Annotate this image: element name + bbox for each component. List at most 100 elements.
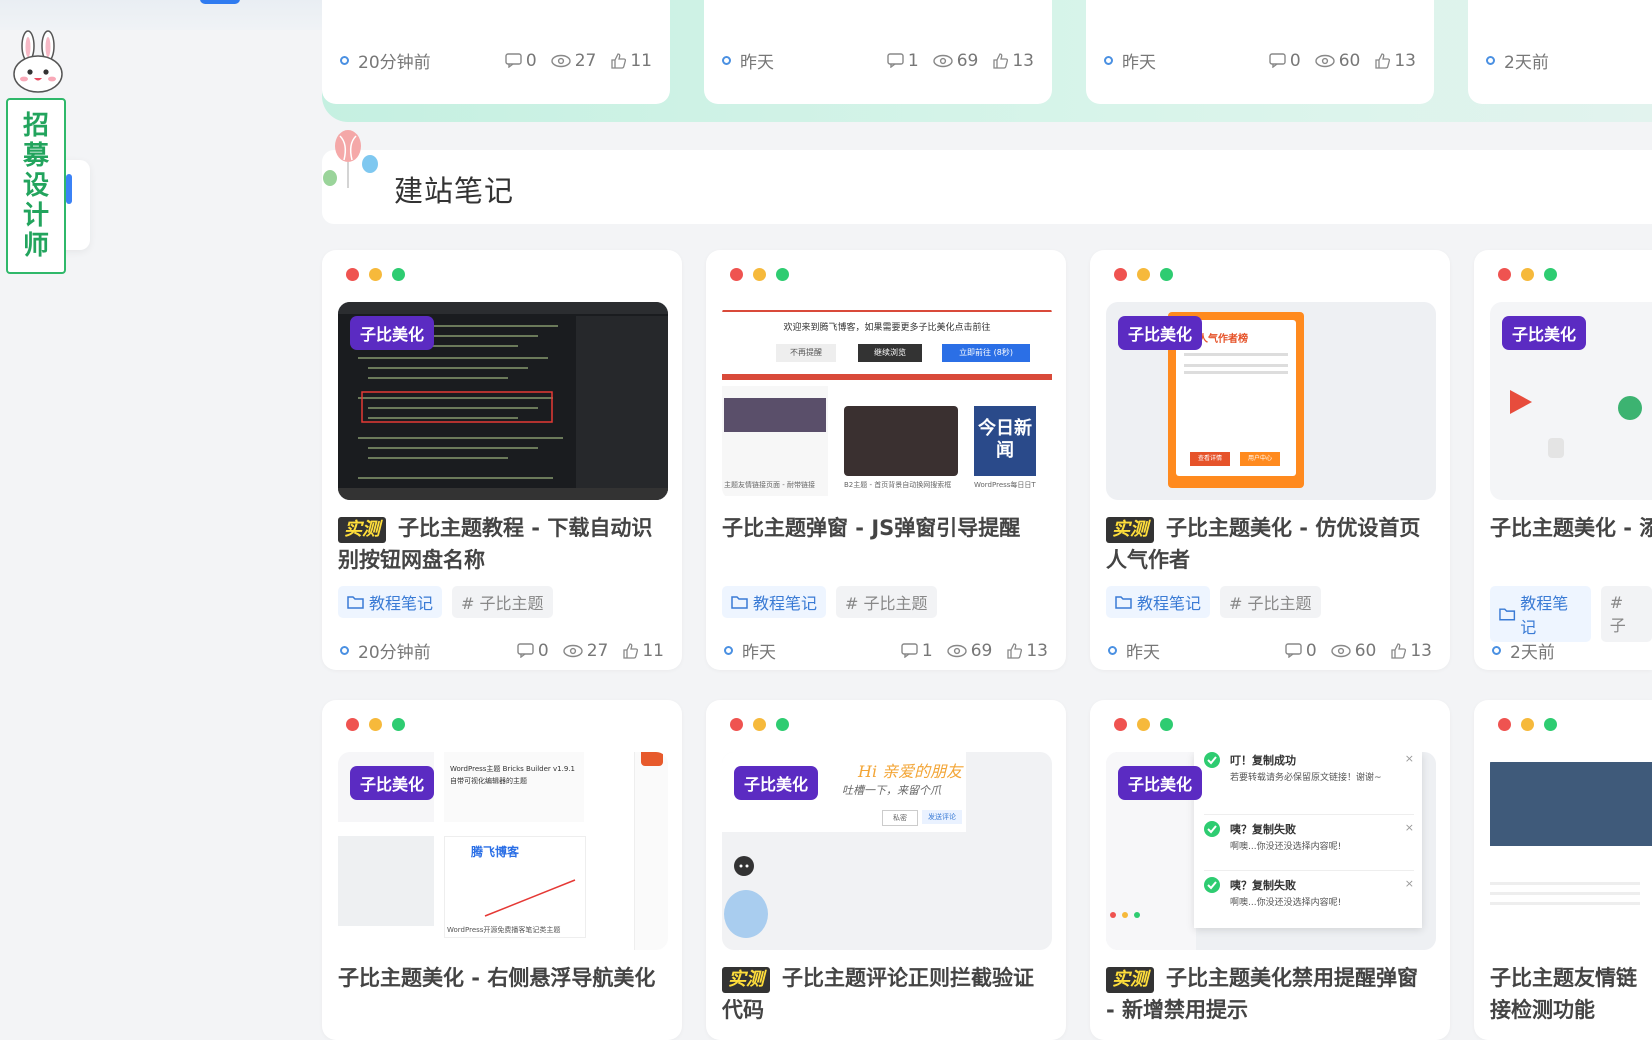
success-icon [1204,821,1220,837]
like-icon [1007,642,1023,659]
balloons-icon [323,130,378,188]
post-thumbnail[interactable] [1490,752,1652,950]
time-icon [722,56,731,65]
time-icon [340,56,349,65]
top-card-1[interactable]: 20分钟前 0 27 11 [322,0,670,104]
view-count: 69 [956,50,979,71]
post-card[interactable]: 欢迎来到腾飞博客，如果需要更多子比美化点击前往 不再提醒 继续浏览 立即前往 (… [706,250,1066,670]
success-icon [1204,877,1220,893]
recruit-char: 师 [22,231,49,261]
popup-dismiss-button[interactable]: 不再提醒 [776,344,836,362]
tag-label: 教程笔记 [1137,594,1202,613]
post-card[interactable]: 叮！复制成功 若要转载请务必保留原文链接！谢谢~ × 咦？复制失败 啊噢...你… [1090,700,1450,1040]
post-time: 昨天 [742,643,776,663]
like-count: 13 [1026,640,1048,661]
post-card[interactable]: WordPress主题 Bricks Builder v1.9.1 自带可视化编… [322,700,682,1040]
tag-category[interactable]: 教程笔记 [338,586,443,618]
tag-topic[interactable]: # 子比主题 [836,586,937,618]
post-title[interactable]: 实测 子比主题美化禁用提醒弹窗 - 新增禁用提示 [1106,962,1432,1026]
popular-author-heading: 人气作者榜 [1198,334,1248,345]
post-time: 2天前 [1510,643,1555,663]
window-dots [346,268,405,281]
view-count: 69 [970,640,993,661]
time-icon [1492,646,1501,655]
tag-topic[interactable]: # 子 [1600,586,1652,642]
top-card-4[interactable]: 2天前 [1468,0,1652,104]
success-icon [1204,752,1220,768]
time-icon [1486,56,1495,65]
bunny-mascot-icon[interactable] [6,30,70,94]
popup-notice: 欢迎来到腾飞博客，如果需要更多子比美化点击前往 [783,323,991,333]
popup-go-button[interactable]: 立即前往 (8秒) [942,344,1030,362]
post-title[interactable]: 子比主题美化 - 右侧悬浮导航美化 [338,962,664,994]
post-thumbnail[interactable]: 欢迎来到腾飞博客，如果需要更多子比美化点击前往 不再提醒 继续浏览 立即前往 (… [722,302,1052,500]
comment-count: 1 [907,50,919,71]
post-title[interactable]: 实测 子比主题美化 - 仿优设首页人气作者 [1106,512,1432,576]
eye-icon [551,54,571,67]
category-badge: 子比美化 [1118,766,1203,800]
close-icon[interactable]: × [1405,821,1414,834]
category-badge: 子比美化 [350,766,435,800]
submit-comment-button[interactable]: 发送评论 [922,810,962,824]
post-thumbnail[interactable]: 叮！复制成功 若要转载请务必保留原文链接！谢谢~ × 咦？复制失败 啊噢...你… [1106,752,1436,950]
like-count: 13 [1394,50,1416,71]
recruit-char: 设 [22,171,49,201]
tag-topic[interactable]: # 子比主题 [452,586,553,618]
arrow-icon [484,879,576,917]
eye-icon [1331,644,1351,657]
post-title[interactable]: 实测 子比主题评论正则拦截验证代码 [722,962,1048,1026]
window-dots [730,718,789,731]
post-time: 昨天 [1122,53,1156,73]
tag-category[interactable]: 教程笔记 [1106,586,1211,618]
toast-body: 啊噢...你没还没选择内容呢! [1230,842,1342,852]
like-icon [1391,642,1407,659]
post-thumbnail[interactable]: WordPress主题 Bricks Builder v1.9.1 自带可视化编… [338,752,668,950]
post-card[interactable]: 子比主题友情链接检测功能 [1474,700,1652,1040]
top-card-3[interactable]: 昨天 0 60 13 [1086,0,1434,104]
post-card[interactable]: 子比美化 实测 子比主题教程 - 下载自动识别按钮网盘名称 教程笔记 # 子比主题… [322,250,682,670]
close-icon[interactable]: × [1405,877,1414,890]
post-title-text: 子比主题美化 - 右侧悬浮导航美化 [338,966,656,990]
like-count: 13 [1410,640,1432,661]
post-title[interactable]: 子比主题友情链接检测功能 [1490,962,1652,1026]
view-count: 60 [1338,50,1361,71]
tag-category[interactable]: 教程笔记 [1490,586,1591,642]
comment-icon [1285,643,1302,658]
post-thumbnail[interactable]: Hi 亲爱的朋友 吐槽一下，来留个爪 私密 发送评论 子比美化 [722,752,1052,950]
post-thumbnail[interactable]: 子比美化 [1490,302,1652,500]
post-card[interactable]: Hi 亲爱的朋友 吐槽一下，来留个爪 私密 发送评论 子比美化 实测 子比主题评论… [706,700,1066,1040]
toast-title: 咦？复制失败 [1230,823,1296,836]
time-icon [724,646,733,655]
tag-category[interactable]: 教程笔记 [722,586,827,618]
thumb-brand: 腾飞博客 [471,845,520,859]
recruit-designer-badge[interactable]: 招 募 设 计 师 [6,98,66,274]
close-icon[interactable]: × [1405,752,1414,765]
post-title[interactable]: 子比主题弹窗 - JS弹窗引导提醒 [722,512,1048,544]
window-dots [1114,268,1173,281]
post-thumbnail[interactable]: 子比美化 [338,302,668,500]
eye-icon [1315,54,1335,67]
post-card[interactable]: 子比美化 子比主题美化 - 添加背景图 教程笔记 # 子 2天前 [1474,250,1652,670]
tag-topic[interactable]: # 子比主题 [1220,586,1321,618]
category-badge: 子比美化 [1502,316,1587,350]
category-badge: 子比美化 [734,766,819,800]
post-title-text: 子比主题友情链接检测功能 [1490,966,1637,1022]
comment-count: 0 [525,50,537,71]
post-title[interactable]: 子比主题美化 - 添加背景图 [1490,512,1652,544]
top-card-2[interactable]: 昨天 1 69 13 [704,0,1052,104]
post-time: 昨天 [1126,643,1160,663]
popup-continue-button[interactable]: 继续浏览 [858,344,922,362]
post-time: 昨天 [740,53,774,73]
recruit-char: 募 [22,141,49,171]
toast-body: 若要转载请务必保留原文链接！谢谢~ [1230,773,1382,783]
toast-notification: 咦？复制失败 啊噢...你没还没选择内容呢! × [1204,870,1414,925]
post-title[interactable]: 实测 子比主题教程 - 下载自动识别按钮网盘名称 [338,512,664,576]
post-thumbnail[interactable]: 人气作者榜 查看详情 用户中心 子比美化 [1106,302,1436,500]
toast-body: 啊噢...你没还没选择内容呢! [1230,898,1342,908]
view-count: 27 [586,640,609,661]
recruit-char: 计 [22,201,49,231]
post-card[interactable]: 人气作者榜 查看详情 用户中心 子比美化 实测 子比主题美化 - 仿优设首页人气作… [1090,250,1450,670]
test-label: 实测 [338,517,386,543]
section-title: 建站笔记 [394,174,515,208]
private-checkbox[interactable]: 私密 [882,810,918,826]
